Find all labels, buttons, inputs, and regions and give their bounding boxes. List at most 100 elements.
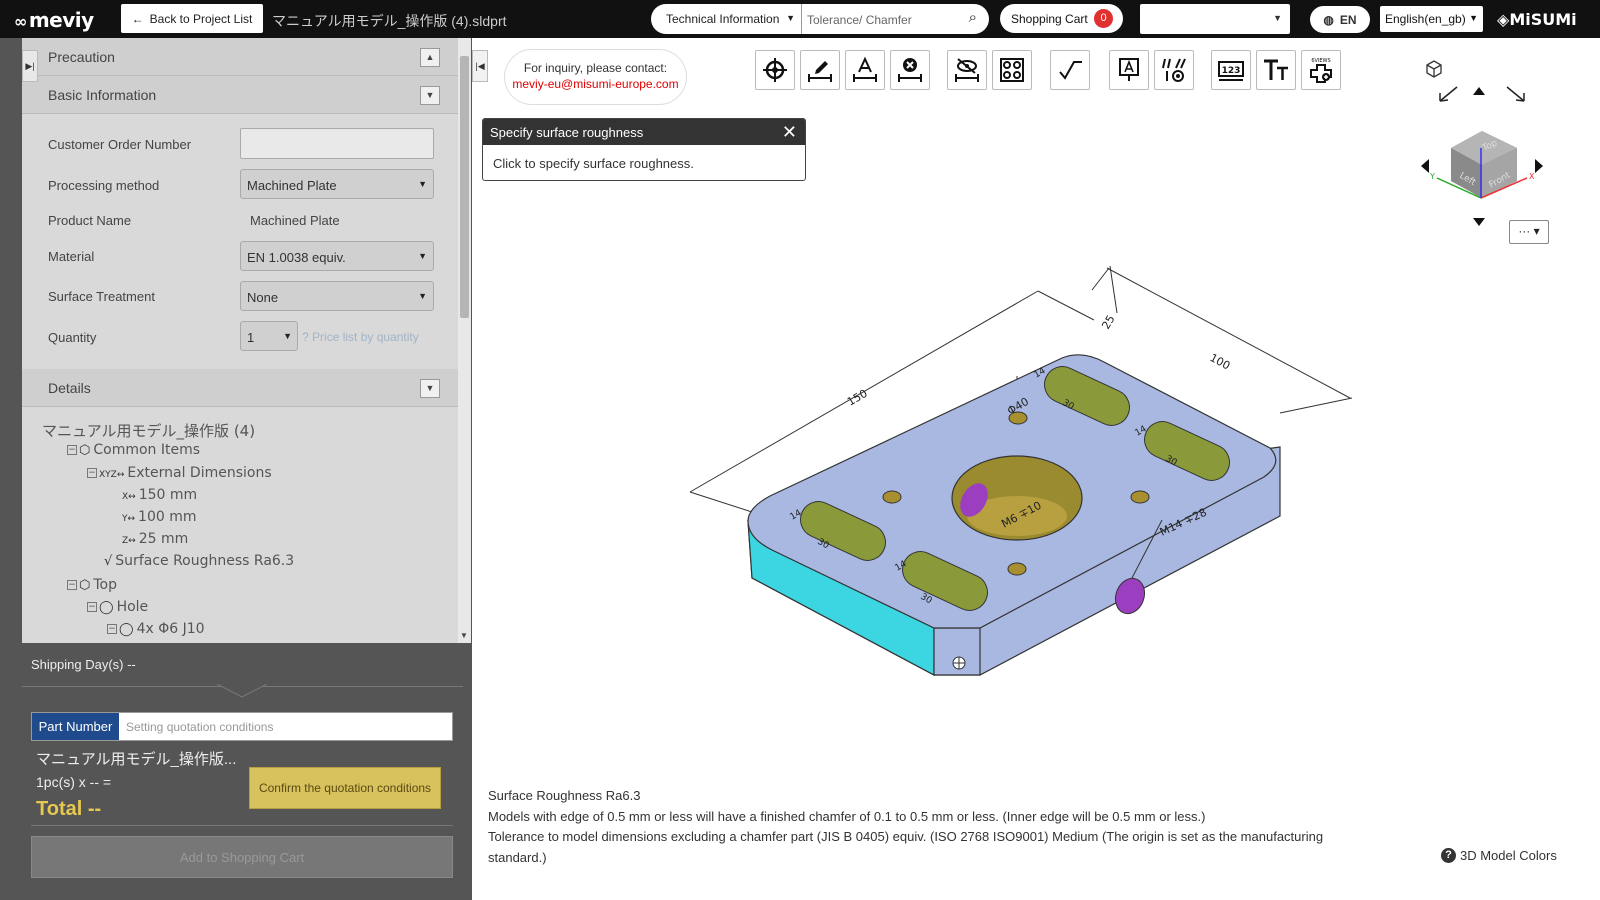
- part-name: マニュアル用モデル_操作版...: [36, 751, 237, 768]
- view-cube[interactable]: Top Left Front X Y: [1407, 53, 1557, 233]
- shopping-cart-button[interactable]: Shopping Cart 0: [1000, 4, 1123, 33]
- collapse-icon[interactable]: −: [87, 602, 97, 612]
- rotate-left-arrow-icon[interactable]: [1421, 159, 1429, 173]
- roughness-check-icon: √: [104, 554, 113, 569]
- close-icon[interactable]: ✕: [782, 123, 797, 141]
- tree-node-hole[interactable]: − ◯ Hole: [87, 599, 148, 615]
- dimension-label-25[interactable]: 25: [1099, 313, 1117, 332]
- part-3d-model[interactable]: 150 100 25 Φ40 M6 ∓10 M14 ∓28 14 14 14 1…: [672, 258, 1372, 728]
- material-select[interactable]: EN 1.0038 equiv. ▼: [240, 241, 434, 271]
- search-input[interactable]: Tolerance/ Chamfer: [807, 13, 912, 27]
- surface-treatment-label: Surface Treatment: [48, 289, 155, 304]
- text-size-icon: [1264, 59, 1288, 80]
- eye-off-icon: [955, 58, 979, 82]
- hide-dimension-button[interactable]: [947, 50, 987, 90]
- collapse-icon[interactable]: −: [67, 580, 77, 590]
- more-options-button[interactable]: ··· ▾: [1509, 220, 1549, 244]
- inquiry-box: For inquiry, please contact: meviy-eu@mi…: [504, 49, 687, 105]
- tooltip-title: Specify surface roughness: [490, 125, 644, 140]
- search-category-select[interactable]: Technical Information ▼: [651, 4, 802, 34]
- geometric-tolerance-button[interactable]: [1154, 50, 1194, 90]
- chevron-up-icon[interactable]: ▲: [420, 48, 440, 67]
- top-bar: ∞ meviy ← Back to Project List マニュアル用モデル_…: [0, 0, 1600, 38]
- inquiry-email-link[interactable]: meviy-eu@misumi-europe.com: [505, 77, 686, 91]
- six-views-label: 6VIEWS: [1311, 58, 1330, 64]
- hole[interactable]: [882, 490, 902, 504]
- collapse-icon[interactable]: −: [67, 445, 77, 455]
- chevron-down-icon[interactable]: ▼: [420, 86, 440, 105]
- back-to-project-list-button[interactable]: ← Back to Project List: [121, 4, 263, 33]
- meviy-logo[interactable]: ∞ meviy: [14, 8, 94, 32]
- tree-node-hole-child[interactable]: − ◯ 4x Φ6 J10: [107, 621, 205, 637]
- rotate-up-icon[interactable]: [1473, 87, 1485, 95]
- hole[interactable]: [1007, 562, 1027, 576]
- collapse-left-panel-button[interactable]: ▶|: [22, 50, 38, 82]
- search-icon[interactable]: ⌕: [969, 9, 977, 26]
- hole-pattern-icon: [1000, 58, 1024, 82]
- edit-dimension-button[interactable]: [800, 50, 840, 90]
- specification-panel: Precaution ▲ Basic Information ▼ Customer …: [22, 38, 462, 643]
- number-dimension-icon: 123: [1218, 61, 1244, 81]
- rotate-left-icon[interactable]: [1439, 86, 1458, 102]
- chevron-down-icon[interactable]: ▼: [420, 379, 440, 398]
- text-dimension-button[interactable]: [845, 50, 885, 90]
- left-panel-scrollbar[interactable]: ▼: [458, 38, 471, 643]
- tree-node-dim-x[interactable]: X↔ 150 mm: [122, 487, 197, 503]
- six-views-button[interactable]: 6VIEWS: [1301, 50, 1341, 90]
- confirm-quotation-button[interactable]: Confirm the quotation conditions: [249, 767, 441, 809]
- rotate-right-icon[interactable]: [1506, 86, 1525, 102]
- annotation-button[interactable]: [1109, 50, 1149, 90]
- collapse-icon[interactable]: −: [107, 624, 117, 634]
- tree-node-surface-roughness[interactable]: √ Surface Roughness Ra6.3: [104, 553, 294, 569]
- customer-order-input[interactable]: [240, 128, 434, 159]
- tree-label: Top: [93, 577, 117, 593]
- origin-tool-button[interactable]: [755, 50, 795, 90]
- y-dimension-icon: Y↔: [122, 514, 136, 524]
- add-to-cart-button[interactable]: Add to Shopping Cart: [31, 836, 453, 878]
- price-list-link[interactable]: ? Price list by quantity: [302, 330, 419, 344]
- details-section[interactable]: Details ▼: [22, 369, 460, 407]
- tree-node-dim-z[interactable]: Z↔ 25 mm: [122, 531, 188, 547]
- delete-dimension-button[interactable]: [890, 50, 930, 90]
- language-select[interactable]: English(en_gb) ▼: [1380, 6, 1483, 32]
- tree-node-external-dimensions[interactable]: − XYZ↔ External Dimensions: [87, 465, 272, 481]
- tree-label: 100 mm: [138, 509, 197, 525]
- tree-root[interactable]: マニュアル用モデル_操作版 (4): [42, 420, 255, 441]
- dimension-label-100[interactable]: 100: [1208, 351, 1233, 372]
- tree-node-common-items[interactable]: − ⬡ Common Items: [67, 442, 200, 458]
- file-name: マニュアル用モデル_操作版 (4).sldprt: [272, 13, 507, 29]
- scroll-down-icon[interactable]: ▼: [460, 631, 468, 640]
- xyz-dimension-icon: XYZ↔: [99, 470, 125, 480]
- collapse-icon[interactable]: −: [87, 468, 97, 478]
- language-button[interactable]: ◍ EN: [1310, 6, 1370, 33]
- tree-node-dim-y[interactable]: Y↔ 100 mm: [122, 509, 197, 525]
- precaution-section[interactable]: Precaution ▲: [22, 38, 460, 76]
- misumi-cube-icon: ◈: [1497, 10, 1510, 29]
- tree-node-top[interactable]: − ⬡ Top: [67, 577, 117, 593]
- rotate-down-icon[interactable]: [1473, 218, 1485, 226]
- surface-roughness-button[interactable]: [1050, 50, 1090, 90]
- tree-label: 25 mm: [138, 531, 189, 547]
- chevron-down-icon: ▼: [786, 13, 795, 23]
- home-view-icon[interactable]: [1426, 60, 1442, 78]
- tree-label: External Dimensions: [127, 465, 272, 481]
- price-list-label: Price list by quantity: [312, 330, 419, 344]
- scrollbar-thumb[interactable]: [460, 56, 469, 318]
- divider: [31, 825, 453, 826]
- quotation-card: Shipping Day(s) -- Part Number Setting q…: [22, 644, 463, 900]
- processing-method-select[interactable]: Machined Plate ▼: [240, 169, 434, 199]
- number-dimension-button[interactable]: 123: [1211, 50, 1251, 90]
- help-icon: ?: [1441, 848, 1456, 863]
- quantity-select[interactable]: 1 ▼: [240, 321, 298, 351]
- text-size-button[interactable]: [1256, 50, 1296, 90]
- country-select[interactable]: ▼: [1140, 4, 1290, 34]
- surface-treatment-select[interactable]: None ▼: [240, 281, 434, 311]
- hole-pattern-button[interactable]: [992, 50, 1032, 90]
- crosshair-icon: [763, 58, 787, 82]
- hole[interactable]: [1130, 490, 1150, 504]
- collapse-viewer-panel-button[interactable]: |◀: [472, 50, 488, 82]
- model-colors-link[interactable]: ? 3D Model Colors: [1441, 848, 1557, 863]
- basic-information-section[interactable]: Basic Information ▼: [22, 76, 460, 114]
- misumi-logo[interactable]: ◈MiSUMi: [1497, 10, 1577, 29]
- rotate-right-arrow-icon[interactable]: [1535, 159, 1543, 173]
